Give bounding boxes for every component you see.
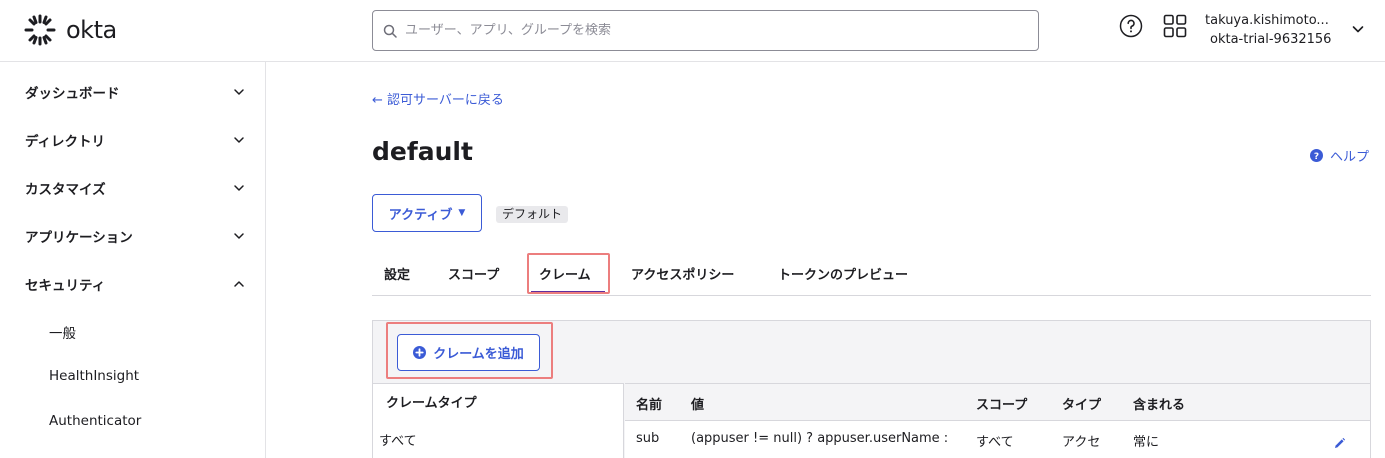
search-input[interactable] — [405, 23, 1005, 38]
sidebar-item-applications[interactable]: アプリケーション — [25, 224, 245, 248]
cell-included: 常に — [1133, 435, 1160, 450]
chevron-down-icon — [234, 137, 244, 143]
claim-type-all-option[interactable]: すべて — [379, 430, 417, 449]
sidebar-item-security[interactable]: セキュリティ — [25, 272, 245, 296]
tab-token-preview[interactable]: トークンのプレビュー — [778, 264, 908, 283]
cell-scope: すべて — [976, 435, 1014, 450]
default-badge: デフォルト — [496, 206, 569, 223]
search-icon — [383, 24, 397, 38]
back-to-auth-servers-link[interactable]: ← 認可サーバーに戻る — [372, 89, 504, 108]
active-tab-indicator — [531, 291, 605, 294]
sidebar-item-label: アプリケーション — [25, 230, 133, 246]
column-header-value: 値 — [691, 398, 705, 413]
column-header-type: タイプ — [1062, 398, 1102, 413]
sidebar-item-label: セキュリティ — [25, 278, 106, 294]
app-grid-icon[interactable] — [1163, 14, 1187, 38]
cell-name: sub — [636, 431, 660, 446]
cell-type: アクセ — [1062, 435, 1101, 450]
sidebar-item-dashboard[interactable]: ダッシュボード — [25, 80, 245, 104]
column-header-included: 含まれる — [1133, 398, 1186, 413]
sidebar-item-directory[interactable]: ディレクトリ — [25, 128, 245, 152]
tab-access-policies[interactable]: アクセスポリシー — [631, 264, 734, 283]
svg-text:?: ? — [1314, 152, 1319, 162]
add-claim-label: クレームを追加 — [433, 347, 524, 362]
table-row[interactable]: sub (appuser != null) ? appuser.userName… — [625, 421, 1370, 458]
sidebar-item-label: ディレクトリ — [25, 134, 106, 150]
add-claim-button[interactable]: クレームを追加 — [397, 334, 540, 371]
claim-type-header: クレームタイプ — [386, 396, 477, 411]
logo-text: okta — [66, 16, 117, 44]
chevron-down-icon — [234, 233, 244, 239]
org-name: okta-trial-9632156 — [1210, 32, 1332, 47]
help-icon[interactable] — [1119, 14, 1143, 38]
sidebar: ダッシュボード ディレクトリ カスタマイズ アプリケーション セキュリティ 一般… — [0, 62, 266, 458]
column-header-name: 名前 — [636, 398, 663, 413]
top-bar: okta takuya.kishimoto... okta-trial-9632… — [0, 0, 1385, 62]
claims-table-header: 名前 値 スコープ タイプ 含まれる — [625, 383, 1370, 421]
sidebar-item-label: ダッシュボード — [25, 86, 120, 102]
okta-logo-icon — [24, 14, 56, 46]
chevron-down-icon — [234, 89, 244, 95]
status-label: アクティブ — [388, 207, 453, 223]
sidebar-subitem-healthinsight[interactable]: HealthInsight — [49, 368, 139, 384]
help-link[interactable]: ? ヘルプ — [1310, 146, 1369, 165]
search-box[interactable] — [372, 10, 1039, 51]
user-menu[interactable]: takuya.kishimoto... okta-trial-9632156 — [1205, 11, 1331, 49]
cell-value: (appuser != null) ? appuser.userName : — [691, 431, 949, 446]
chevron-up-icon — [234, 281, 244, 287]
tab-claims[interactable]: クレーム — [539, 264, 591, 283]
tab-scopes[interactable]: スコープ — [448, 264, 499, 283]
chevron-down-icon — [234, 185, 244, 191]
tab-bar: 設定 スコープ クレーム アクセスポリシー トークンのプレビュー — [372, 256, 1371, 296]
chevron-down-icon[interactable] — [1351, 22, 1365, 36]
status-dropdown-button[interactable]: アクティブ ▼ — [372, 194, 482, 232]
sidebar-subitem-authenticator[interactable]: Authenticator — [49, 413, 141, 429]
edit-pencil-icon[interactable] — [1333, 437, 1346, 450]
column-header-scope: スコープ — [976, 398, 1028, 413]
tab-settings[interactable]: 設定 — [384, 264, 410, 283]
sidebar-item-label: カスタマイズ — [25, 182, 106, 198]
help-label: ヘルプ — [1330, 150, 1370, 165]
sidebar-subitem-general[interactable]: 一般 — [49, 322, 76, 342]
user-name: takuya.kishimoto... — [1205, 13, 1329, 28]
plus-circle-icon — [413, 346, 427, 359]
page-title: default — [372, 137, 473, 166]
okta-logo[interactable]: okta — [24, 14, 117, 46]
help-circle-icon: ? — [1310, 149, 1323, 162]
claim-type-filter: クレームタイプ すべて — [373, 383, 624, 458]
sidebar-item-customize[interactable]: カスタマイズ — [25, 176, 245, 200]
caret-down-icon: ▼ — [458, 208, 466, 218]
